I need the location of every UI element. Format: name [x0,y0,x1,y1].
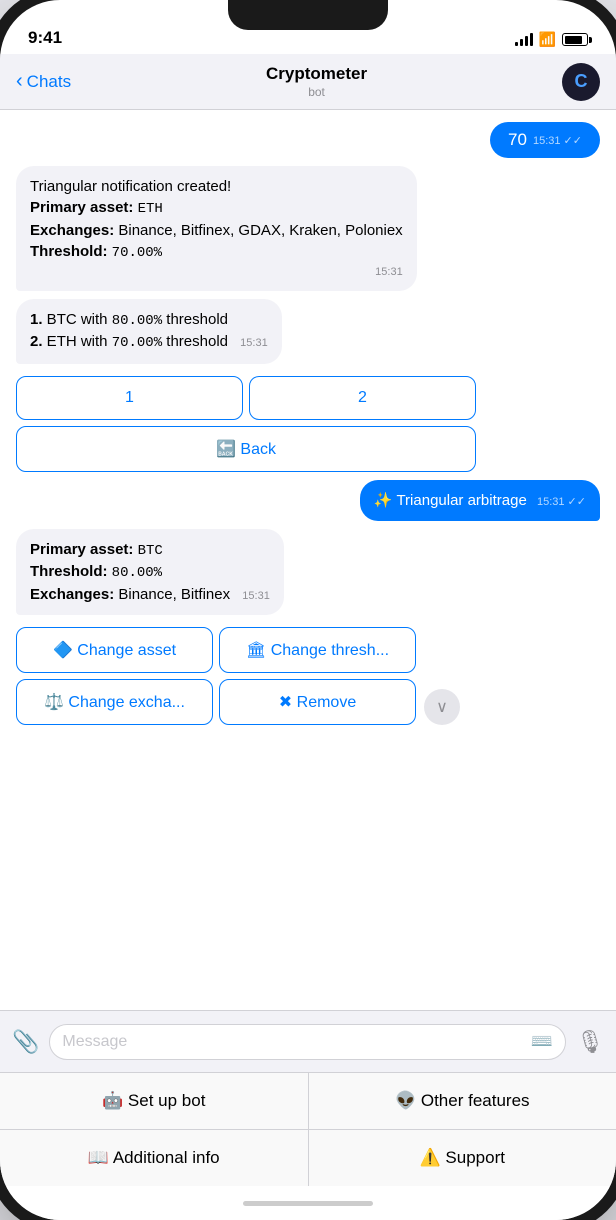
inline-keyboard-row: 🔷 Change asset 🏛 Change thresh... ⚖️ Cha… [16,623,600,725]
nav-bar: ‹ Chats Cryptometer bot C [0,54,616,110]
bubble-line: Exchanges: Binance, Bitfinex 15:31 [30,584,270,605]
bubble-line: Primary asset: ETH [30,197,403,220]
chat-subtitle: bot [266,85,367,99]
sent-bubble: ✨ Triangular arbitrage 15:31 ✓✓ [360,480,600,521]
sent-bubble: 70 15:31 ✓✓ [490,122,600,158]
bubble-text: 70 [508,130,527,150]
bubble-line: Threshold: 80.00% [30,561,270,584]
mic-icon[interactable]: 🎙 [576,1029,604,1055]
bottom-kb-other-features[interactable]: 👽 Other features [309,1073,616,1129]
notch [228,0,388,30]
keyboard-container: 1 2 🔙 Back [16,376,476,472]
bubble-line: Threshold: 70.00% [30,241,403,264]
scroll-down-button[interactable]: ∨ [424,689,460,725]
back-label: Chats [27,72,71,92]
nav-title-section: Cryptometer bot [266,64,367,98]
bottom-kb-additional-info[interactable]: 📖 Additional info [0,1130,308,1186]
chat-title: Cryptometer [266,64,367,84]
keyboard-button-1[interactable]: 1 [16,376,243,420]
keyboard-row: 🔷 Change asset 🏛 Change thresh... [16,627,416,673]
bubble-line: Exchanges: Binance, Bitfinex, GDAX, Krak… [30,220,403,241]
bottom-kb-setup-bot[interactable]: 🤖 Set up bot [0,1073,308,1129]
keyboard-button-2[interactable]: 2 [249,376,476,420]
inline-keyboard: 1 2 🔙 Back [16,372,600,472]
keyboard-row: ⚖️ Change excha... ✖ Remove [16,679,416,725]
chat-area: 70 15:31 ✓✓ Triangular notification crea… [0,110,616,1010]
keyboard-row: 1 2 [16,376,476,420]
wifi-icon: 📶 [539,31,556,48]
back-button[interactable]: ‹ Chats [16,70,71,93]
bubble-line: 2. ETH with 70.00% threshold 15:31 [30,331,268,354]
received-bubble: Primary asset: BTC Threshold: 80.00% Exc… [16,529,284,615]
bottom-keyboard: 🤖 Set up bot 👽 Other features 📖 Addition… [0,1072,616,1186]
chevron-down-icon: ∨ [436,697,448,717]
bubble-line: Primary asset: BTC [30,539,270,562]
bubble-time: 15:31 ✓✓ [537,496,586,508]
message-placeholder: Message [62,1033,522,1051]
keyboard-button-change-exchange[interactable]: ⚖️ Change excha... [16,679,213,725]
message-row: ✨ Triangular arbitrage 15:31 ✓✓ [16,480,600,521]
signal-icon [515,33,533,46]
message-row: 70 15:31 ✓✓ [16,122,600,158]
chevron-left-icon: ‹ [16,70,23,93]
keyboard-button-change-threshold[interactable]: 🏛 Change thresh... [219,627,416,673]
input-bar: 📎 Message ⌨️ 🎙 [0,1010,616,1072]
bubble-time: 15:31 [30,265,403,280]
avatar[interactable]: C [562,63,600,101]
bubble-line: Triangular notification created! [30,176,403,197]
received-bubble: 1. BTC with 80.00% threshold 2. ETH with… [16,299,282,364]
status-icons: 📶 [515,31,588,48]
bubble-line: 1. BTC with 80.00% threshold [30,309,268,332]
keyboard-button-change-asset[interactable]: 🔷 Change asset [16,627,213,673]
status-time: 9:41 [28,28,62,48]
bottom-kb-support[interactable]: ⚠️ Support [309,1130,616,1186]
message-row: Primary asset: BTC Threshold: 80.00% Exc… [16,529,600,615]
bubble-time: 15:31 [240,337,268,349]
bubble-time: 15:31 ✓✓ [533,134,582,147]
home-bar [243,1201,373,1206]
keyboard-icon: ⌨️ [531,1031,553,1052]
home-indicator [0,1186,616,1220]
keyboard-container: 🔷 Change asset 🏛 Change thresh... ⚖️ Cha… [16,627,416,725]
message-input-container[interactable]: Message ⌨️ [49,1024,566,1060]
phone-frame: 9:41 📶 ‹ Chats Cryptometer bot C [0,0,616,1220]
message-row: 1. BTC with 80.00% threshold 2. ETH with… [16,299,600,364]
bubble-text: ✨ Triangular arbitrage [374,492,527,509]
received-bubble: Triangular notification created! Primary… [16,166,417,291]
battery-icon [562,33,588,46]
bubble-time: 15:31 [242,590,270,602]
keyboard-row: 🔙 Back [16,426,476,472]
keyboard-button-remove[interactable]: ✖ Remove [219,679,416,725]
message-row: Triangular notification created! Primary… [16,166,600,291]
keyboard-button-back[interactable]: 🔙 Back [16,426,476,472]
attach-icon[interactable]: 📎 [12,1029,39,1055]
